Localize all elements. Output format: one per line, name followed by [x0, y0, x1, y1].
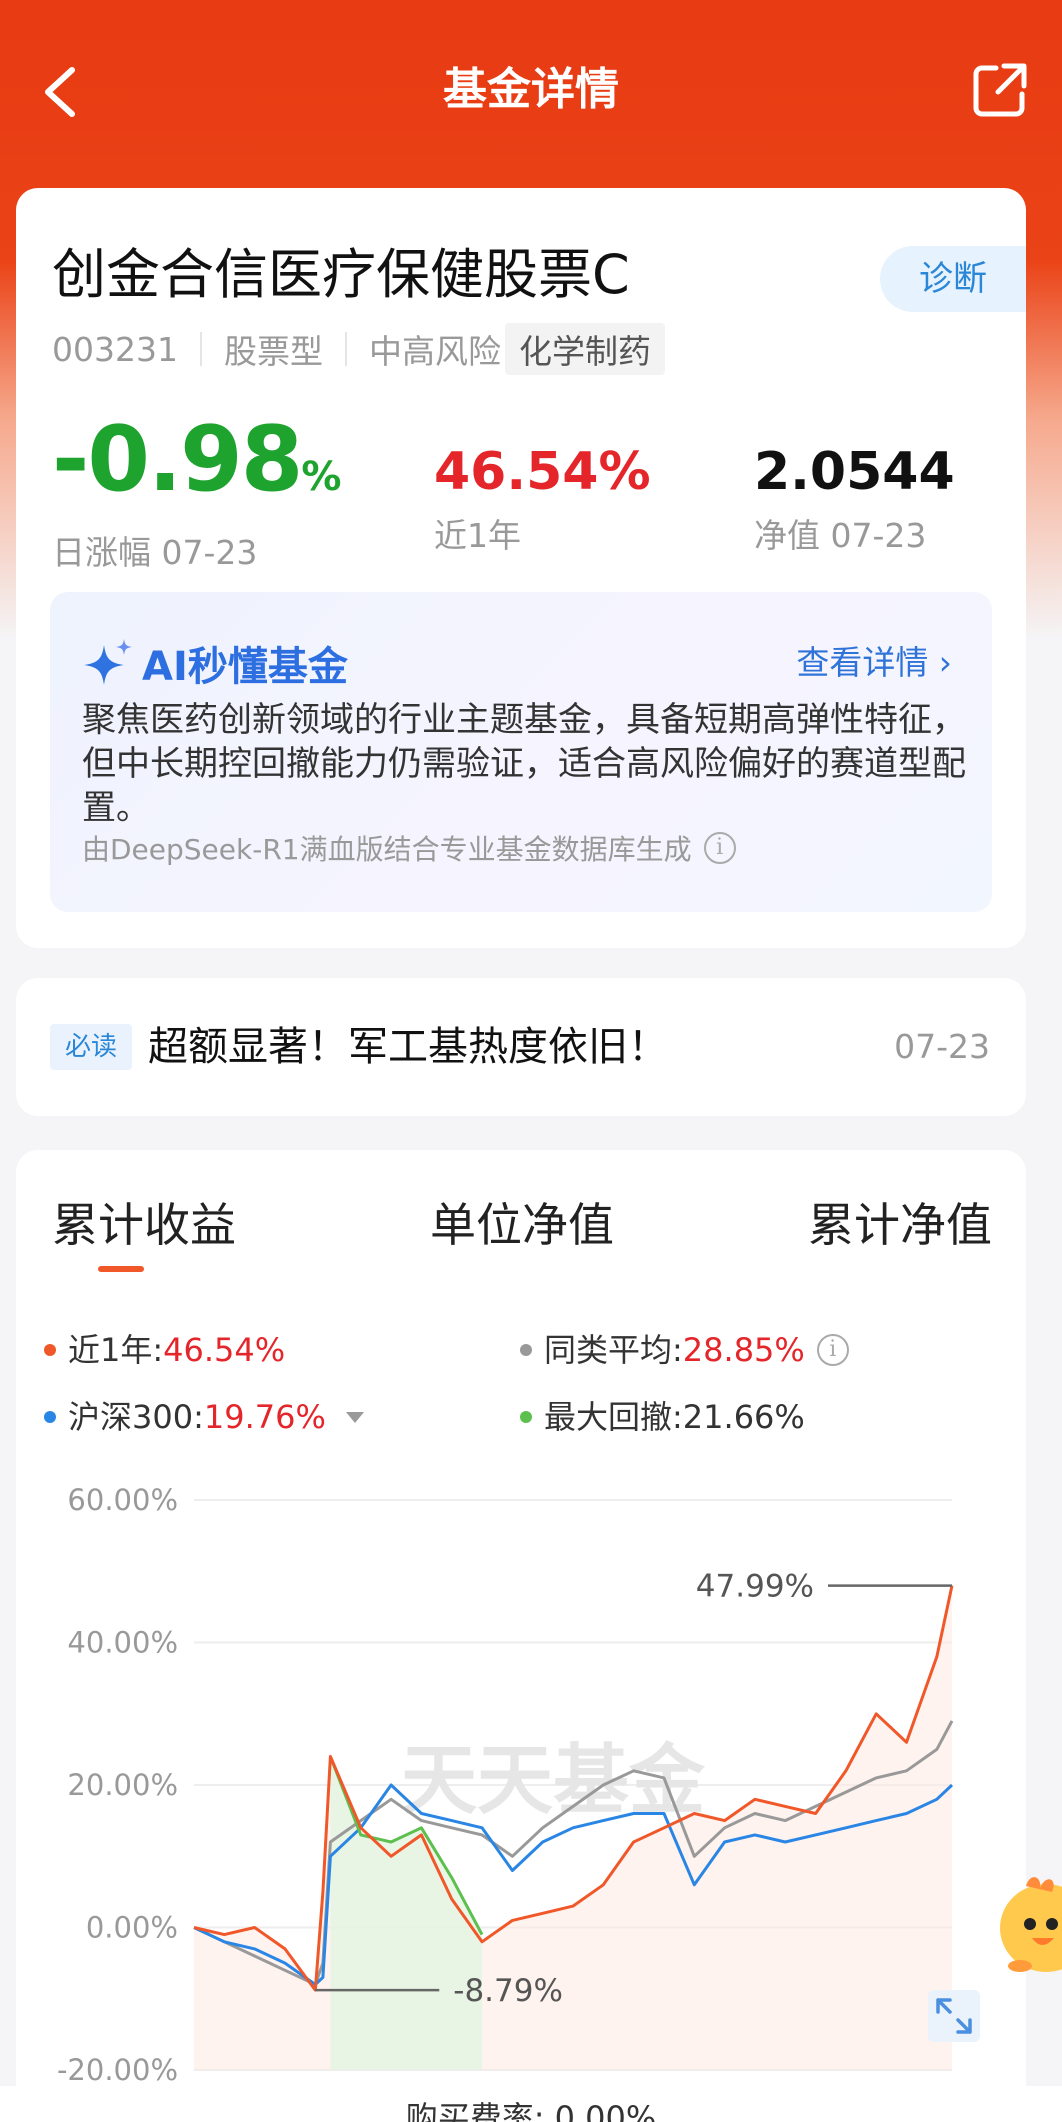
- ai-summary-text: 聚焦医药创新领域的行业主题基金，具备短期高弹性特征，但中长期控回撤能力仍需验证，…: [82, 700, 966, 828]
- ai-title: AI秒懂基金: [82, 634, 348, 692]
- daily-change-unit: %: [301, 454, 341, 500]
- sparkle-icon: [84, 639, 132, 685]
- legend-index-value: 19.76%: [203, 1398, 326, 1436]
- min-label: -8.79%: [453, 1973, 563, 2009]
- info-icon[interactable]: i: [816, 1334, 849, 1366]
- ai-source-note: 由DeepSeek-R1满血版结合专业基金数据库生成 i: [82, 828, 736, 868]
- fund-summary-card: 创金合信医疗保健股票C 诊断 003231 股票型 中高风险 化学制药 -0.9…: [16, 188, 1026, 948]
- news-date: 07-23: [894, 1027, 990, 1066]
- news-title[interactable]: 超额显著！军工基热度依旧！: [148, 1018, 668, 1076]
- sector-tag[interactable]: 化学制药: [504, 323, 665, 375]
- fund-type: 股票型: [223, 332, 323, 371]
- y-tick-label: -20.00%: [57, 2053, 178, 2087]
- daily-change-stat: -0.98% 日涨幅 07-23: [52, 407, 342, 575]
- daily-change-label: 日涨幅 07-23: [52, 533, 258, 572]
- nav-value: 2.0544: [754, 442, 955, 502]
- ai-summary-box: AI秒懂基金 查看详情 › 聚焦医药创新领域的行业主题基金，具备短期高弹性特征，…: [50, 592, 992, 912]
- legend-drawdown-label: 最大回撤:: [544, 1398, 683, 1436]
- chart-tabs: 累计收益 单位净值 累计净值: [52, 1190, 992, 1290]
- diagnose-button[interactable]: 诊断: [880, 246, 1026, 312]
- purchase-fee-text: 购买费率: 0.00%: [405, 2099, 657, 2122]
- return-chart[interactable]: 60.00% 40.00% 20.00% 0.00% -20.00% 天天基金 47.99%…: [0, 1470, 1062, 2100]
- nav-label: 净值 07-23: [754, 516, 927, 555]
- fund-code: 003231: [52, 329, 178, 369]
- fund-meta: 003231 股票型 中高风险 化学制药: [52, 323, 665, 375]
- legend-dot: [44, 1411, 56, 1423]
- ai-more-link[interactable]: 查看详情 ›: [796, 636, 952, 684]
- legend-dot: [520, 1344, 532, 1356]
- legend-dot: [44, 1344, 56, 1356]
- expand-icon[interactable]: [928, 1990, 980, 2042]
- nav-bar: 基金详情: [0, 0, 1062, 185]
- legend-peer-label: 同类平均:: [544, 1331, 683, 1369]
- year-return-stat: 46.54% 近1年: [434, 434, 651, 558]
- tab-cumulative-nav[interactable]: 累计净值: [808, 1190, 992, 1260]
- divider: [344, 332, 347, 366]
- news-card[interactable]: 必读 超额显著！军工基热度依旧！ 07-23: [16, 978, 1026, 1116]
- share-icon[interactable]: [972, 62, 1028, 118]
- legend-fund: 近1年: 46.54%: [44, 1328, 285, 1372]
- y-tick-label: 20.00%: [67, 1768, 178, 1802]
- legend-dot: [520, 1411, 532, 1423]
- page-title: 基金详情: [443, 64, 619, 115]
- nav-stat: 2.0544 净值 07-23: [754, 434, 955, 558]
- chevron-down-icon[interactable]: [345, 1411, 364, 1423]
- info-icon[interactable]: i: [703, 832, 736, 864]
- fund-risk: 中高风险: [368, 332, 501, 371]
- fund-name: 创金合信医疗保健股票C: [52, 243, 630, 306]
- legend-drawdown-value: 21.66%: [682, 1398, 805, 1436]
- legend-peer: 同类平均: 28.85% i: [520, 1328, 849, 1372]
- assistant-mascot-icon[interactable]: [996, 1866, 1062, 1976]
- bottom-fee-bar: 购买费率: 0.00%: [0, 2086, 1062, 2122]
- divider: [199, 332, 202, 366]
- year-return-label: 近1年: [434, 516, 521, 555]
- y-tick-label: 60.00%: [67, 1483, 178, 1517]
- ai-note-text: 由DeepSeek-R1满血版结合专业基金数据库生成: [82, 833, 692, 866]
- legend-fund-value: 46.54%: [163, 1331, 286, 1369]
- year-return-value: 46.54%: [434, 442, 651, 502]
- legend-drawdown: 最大回撤: 21.66%: [520, 1395, 805, 1439]
- watermark-text: 天天基金: [401, 1735, 706, 1824]
- legend-index-label: 沪深300:: [68, 1398, 204, 1436]
- legend-fund-label: 近1年:: [68, 1331, 164, 1369]
- news-tag: 必读: [50, 1024, 132, 1070]
- y-tick-label: 40.00%: [67, 1626, 178, 1660]
- active-tab-indicator: [98, 1266, 144, 1272]
- y-tick-label: 0.00%: [86, 1911, 178, 1945]
- legend-peer-value: 28.85%: [682, 1331, 805, 1369]
- ai-title-text: AI秒懂基金: [142, 644, 348, 690]
- max-label: 47.99%: [696, 1569, 814, 1605]
- daily-change-value: -0.98: [52, 407, 303, 512]
- legend-index: 沪深300: 19.76%: [44, 1395, 364, 1439]
